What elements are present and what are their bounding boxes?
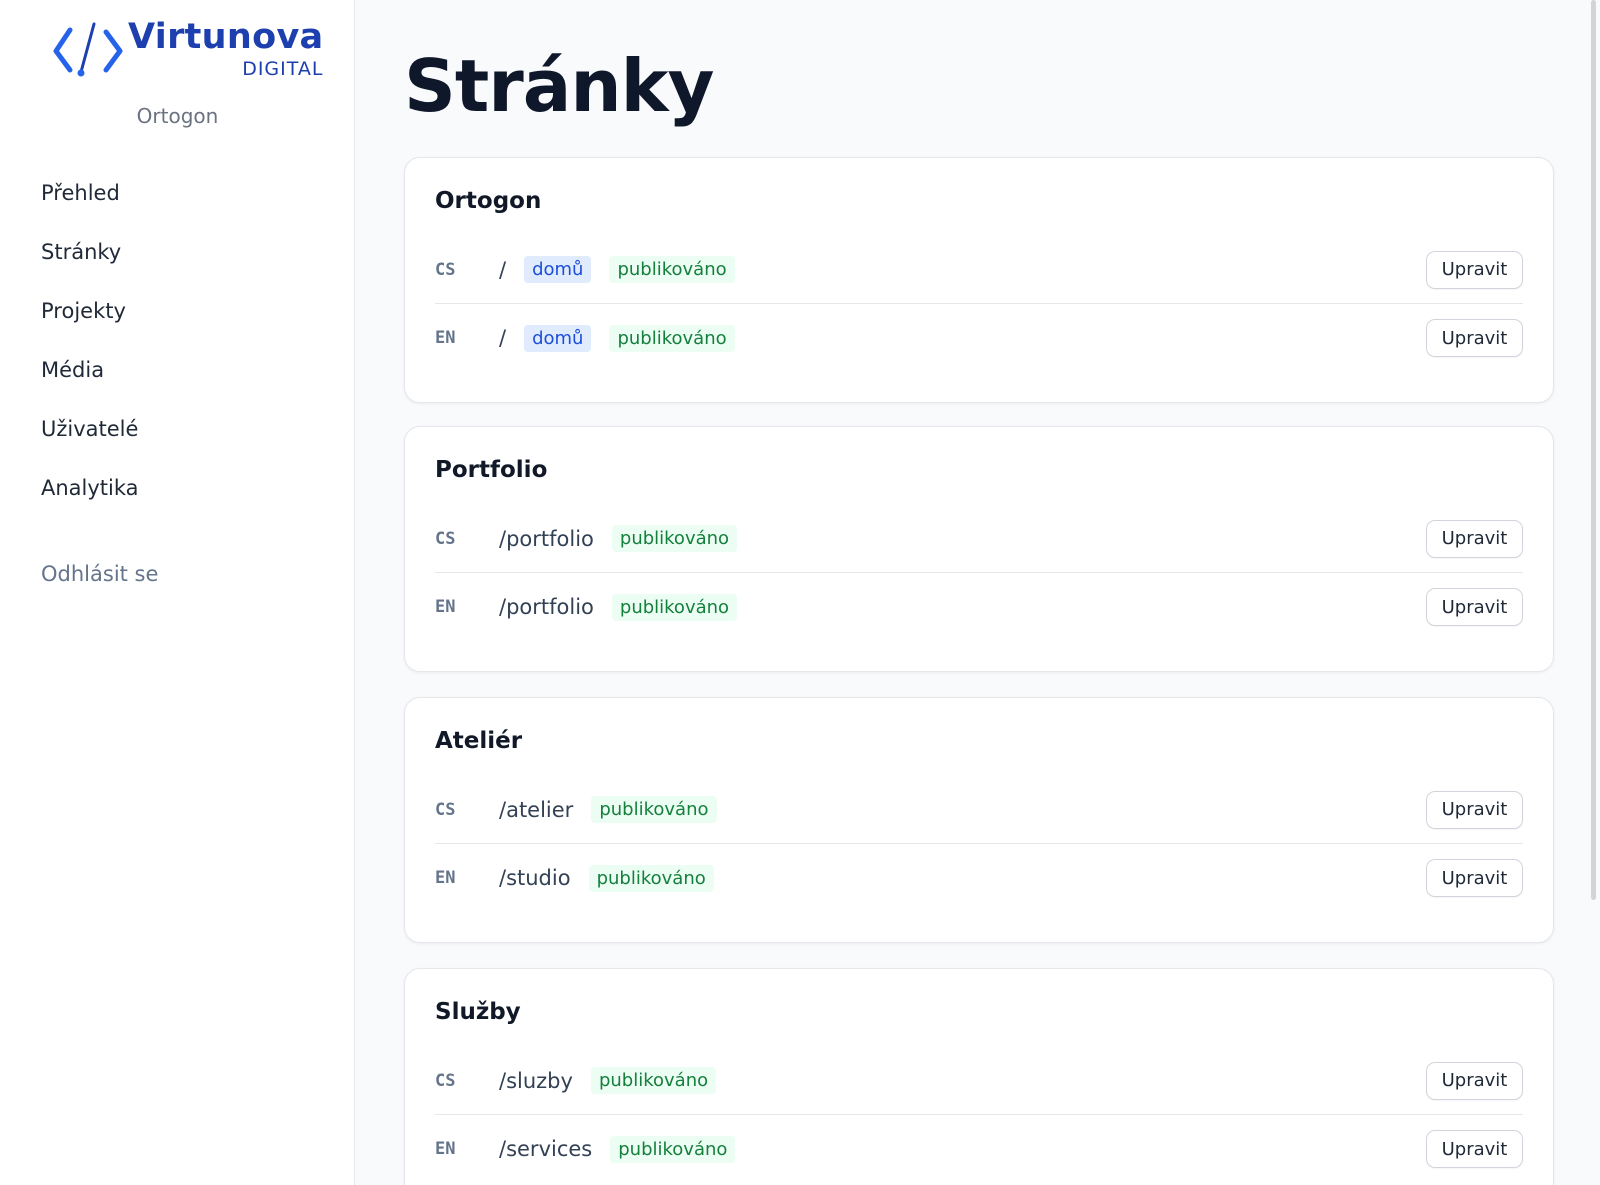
home-badge: domů [524, 324, 592, 352]
home-badge: domů [524, 256, 592, 283]
section-card: Ortogon CS / domů publikováno Upravit EN… [404, 157, 1554, 403]
page-title: Stránky [404, 44, 714, 128]
app: Virtunova DIGITAL Ortogon Přehled Stránk… [0, 0, 1600, 1185]
status-badge: publikováno [609, 324, 735, 352]
page-path: /portfolio [499, 595, 594, 619]
main-content: Stránky Ortogon CS / domů publikováno Up… [355, 0, 1600, 1185]
lang-code: EN [435, 597, 456, 617]
status-badge: publikováno [611, 593, 738, 621]
status-badge: publikováno [609, 256, 735, 283]
sidebar-nav: Přehled Stránky Projekty Média Uživatelé… [0, 164, 355, 518]
section-card: Ateliér CS /atelier publikováno Upravit … [404, 697, 1554, 943]
section-title: Ortogon [435, 188, 542, 214]
section-title: Služby [435, 999, 521, 1025]
status-badge: publikováno [611, 525, 738, 552]
edit-button[interactable]: Upravit [1426, 1130, 1523, 1168]
page-row: CS /atelier publikováno Upravit [435, 776, 1523, 844]
site-name: Ortogon [136, 104, 219, 128]
page-row: CS /sluzby publikováno Upravit [435, 1047, 1523, 1115]
page-path: /studio [499, 866, 571, 890]
sidebar-item-analytics[interactable]: Analytika [0, 459, 355, 518]
sidebar-item-users[interactable]: Uživatelé [0, 400, 355, 459]
page-path: /atelier [499, 797, 574, 822]
edit-button[interactable]: Upravit [1426, 519, 1523, 558]
brand-logo[interactable]: Virtunova DIGITAL [52, 20, 323, 79]
page-row: EN /portfolio publikováno Upravit [435, 573, 1523, 641]
lang-code: EN [435, 1139, 456, 1159]
brand-name: Virtunova [128, 17, 324, 57]
page-path: /portfolio [499, 526, 594, 551]
section-card: Portfolio CS /portfolio publikováno Upra… [404, 426, 1554, 672]
code-brackets-icon [53, 22, 123, 77]
page-row: CS / domů publikováno Upravit [435, 236, 1523, 304]
section-title: Portfolio [435, 457, 548, 483]
lang-code: EN [435, 328, 456, 348]
sidebar-item-projects[interactable]: Projekty [0, 282, 355, 341]
edit-button[interactable]: Upravit [1426, 588, 1523, 626]
page-row: EN /services publikováno Upravit [435, 1115, 1523, 1183]
lang-code: CS [435, 259, 456, 280]
section-title: Ateliér [435, 728, 523, 754]
page-path: /services [499, 1137, 593, 1161]
lang-code: CS [435, 799, 456, 820]
page-row: EN / domů publikováno Upravit [435, 304, 1523, 372]
scrollbar[interactable] [1591, 0, 1596, 900]
status-badge: publikováno [590, 1067, 717, 1094]
edit-button[interactable]: Upravit [1426, 1061, 1523, 1100]
status-badge: publikováno [591, 796, 717, 823]
edit-button[interactable]: Upravit [1426, 319, 1523, 357]
page-row: CS /portfolio publikováno Upravit [435, 505, 1523, 573]
lang-code: EN [435, 868, 456, 888]
page-path: / [499, 257, 507, 282]
page-path: / [499, 326, 507, 350]
lang-code: CS [435, 1070, 456, 1091]
logout-link[interactable]: Odhlásit se [41, 562, 158, 586]
page-path: /sluzby [499, 1068, 573, 1093]
section-card: Služby CS /sluzby publikováno Upravit EN… [404, 968, 1554, 1185]
lang-code: CS [435, 528, 456, 549]
edit-button[interactable]: Upravit [1426, 790, 1523, 829]
sidebar-item-pages[interactable]: Stránky [0, 223, 355, 282]
edit-button[interactable]: Upravit [1426, 859, 1523, 897]
sidebar: Virtunova DIGITAL Ortogon Přehled Stránk… [0, 0, 355, 1185]
brand-sub: DIGITAL [242, 58, 324, 80]
sidebar-item-overview[interactable]: Přehled [0, 164, 355, 223]
page-row: EN /studio publikováno Upravit [435, 844, 1523, 912]
status-badge: publikováno [610, 1135, 736, 1163]
edit-button[interactable]: Upravit [1426, 250, 1523, 289]
status-badge: publikováno [588, 864, 714, 892]
sidebar-item-media[interactable]: Média [0, 341, 355, 400]
